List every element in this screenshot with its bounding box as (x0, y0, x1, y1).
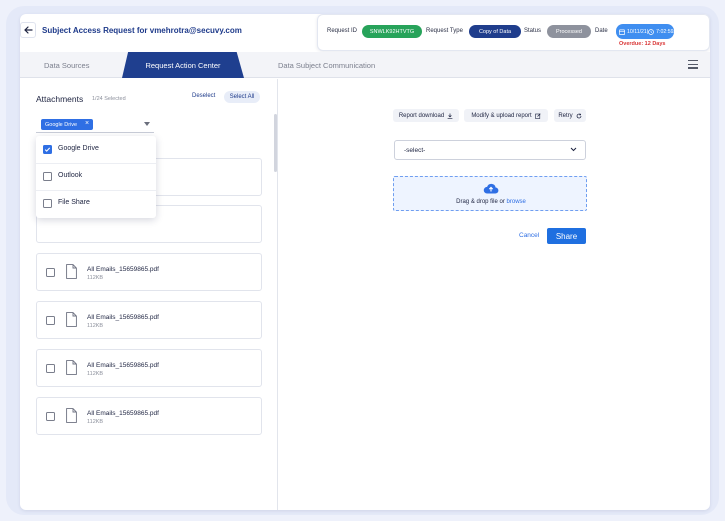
modify-upload-label: Modify & upload report (471, 112, 532, 119)
attachments-title: Attachments (36, 94, 84, 104)
report-download-button[interactable]: Report download (393, 109, 459, 122)
clock-icon (648, 28, 655, 35)
file-card[interactable]: All Emails_15659865.pdf 112KB (36, 349, 262, 387)
time-group: 7:02:59AM (648, 29, 681, 35)
select-value: -select- (404, 147, 426, 154)
report-download-label: Report download (398, 112, 445, 119)
file-size: 112KB (87, 275, 104, 281)
request-type-label: Request Type (426, 28, 463, 34)
cancel-button[interactable]: Cancel (519, 232, 539, 239)
deselect-button[interactable]: Deselect (192, 93, 215, 99)
file-card[interactable]: All Emails_15659865.pdf 112KB (36, 301, 262, 339)
request-type-badge: Copy of Data (469, 25, 521, 38)
arrow-left-icon (23, 26, 33, 34)
file-checkbox[interactable] (46, 364, 55, 373)
hamburger-menu-icon[interactable] (688, 60, 698, 69)
request-id-badge: SNWLK92HTVTG (362, 25, 422, 38)
file-share-checkbox[interactable] (43, 199, 52, 208)
dropdown-item-file-share[interactable]: File Share (36, 190, 156, 217)
edit-icon (534, 112, 541, 119)
file-card[interactable]: All Emails_15659865.pdf 112KB (36, 397, 262, 435)
request-id-label: Request ID (327, 28, 358, 34)
dropzone-text: Drag & drop file or browse (394, 199, 588, 205)
drop-label: Drag & drop file or (456, 199, 505, 205)
file-name: All Emails_15659865.pdf (87, 362, 159, 369)
tab-data-sources[interactable]: Data Sources (44, 61, 89, 70)
back-button[interactable] (20, 22, 36, 38)
file-dropzone[interactable]: Drag & drop file or browse (393, 176, 587, 211)
file-name: All Emails_15659865.pdf (87, 314, 159, 321)
overdue-text: Overdue: 12 Days (619, 41, 666, 47)
attachments-panel: Attachments 1/24 Selected Deselect Selec… (20, 79, 278, 510)
file-icon (66, 312, 77, 327)
file-icon (66, 360, 77, 375)
header: Subject Access Request for vmehrotra@sec… (20, 14, 710, 52)
tab-data-subject-communication[interactable]: Data Subject Communication (278, 61, 375, 70)
chip-close-icon[interactable]: × (85, 120, 89, 127)
report-select[interactable]: -select- (394, 140, 586, 160)
tab-bar: Data Sources Request Action Center Data … (20, 52, 710, 78)
page-title: Subject Access Request for vmehrotra@sec… (42, 26, 242, 35)
scrollbar[interactable] (274, 114, 277, 172)
share-button[interactable]: Share (547, 228, 586, 244)
file-size: 112KB (87, 323, 104, 329)
date-label: Date (595, 28, 608, 34)
chevron-down-icon (570, 147, 577, 152)
file-name: All Emails_15659865.pdf (87, 410, 159, 417)
status-badge: Processed (547, 25, 591, 38)
date-value: 10/11/21 (627, 28, 647, 35)
cloud-upload-icon (483, 183, 499, 194)
time-value: 7:02:59AM (656, 28, 682, 35)
file-icon (66, 264, 77, 279)
dropdown-item-google-drive[interactable]: Google Drive (36, 136, 156, 163)
outlook-checkbox[interactable] (43, 172, 52, 181)
source-dropdown: Google Drive Outlook File Share (36, 136, 156, 218)
attachments-count: 1/24 Selected (92, 96, 126, 102)
chevron-down-icon[interactable] (144, 122, 150, 126)
google-drive-checkbox[interactable] (43, 145, 52, 154)
date-group: 10/11/21 (619, 29, 647, 35)
file-size: 112KB (87, 419, 104, 425)
filter-chip-label: Google Drive (45, 121, 78, 128)
file-size: 112KB (87, 371, 104, 377)
file-checkbox[interactable] (46, 412, 55, 421)
request-meta-panel: Request ID SNWLK92HTVTG Request Type Cop… (317, 14, 710, 51)
retry-label: Retry (558, 112, 573, 119)
dropdown-label: Outlook (58, 172, 83, 179)
tab-request-action-center[interactable]: Request Action Center (122, 52, 244, 78)
calendar-icon (619, 29, 625, 35)
download-icon (447, 113, 453, 119)
refresh-icon (576, 113, 582, 118)
check-icon (44, 147, 51, 152)
file-checkbox[interactable] (46, 316, 55, 325)
file-checkbox[interactable] (46, 268, 55, 277)
modify-upload-report-button[interactable]: Modify & upload report (464, 109, 548, 122)
file-name: All Emails_15659865.pdf (87, 266, 159, 273)
file-card[interactable]: All Emails_15659865.pdf 112KB (36, 253, 262, 291)
dropdown-label: File Share (58, 199, 90, 206)
status-label: Status (524, 28, 542, 34)
date-badge: 10/11/21 | 7:02:59AM (616, 24, 681, 39)
source-filter-select[interactable]: Google Drive × (36, 115, 154, 133)
dropdown-label: Google Drive (58, 145, 99, 152)
browse-link[interactable]: browse (507, 199, 526, 205)
filter-chip: Google Drive × (41, 119, 94, 130)
dropdown-item-outlook[interactable]: Outlook (36, 163, 156, 190)
retry-button[interactable]: Retry (554, 109, 586, 122)
select-all-button[interactable]: Select All (224, 91, 260, 103)
file-icon (66, 408, 77, 423)
app-window: Subject Access Request for vmehrotra@sec… (20, 14, 710, 510)
